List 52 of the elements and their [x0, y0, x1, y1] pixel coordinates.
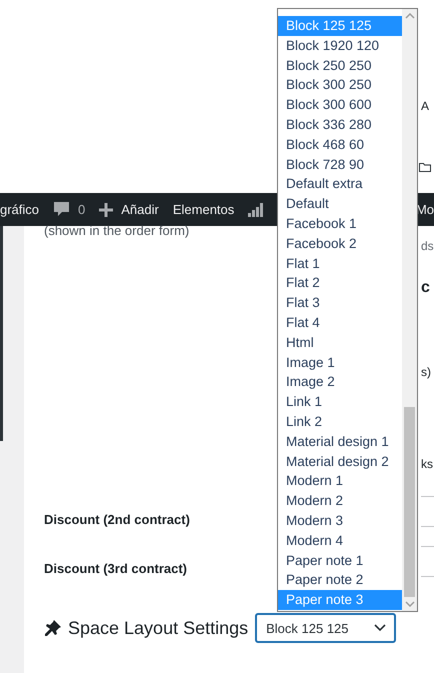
section-title: Space Layout Settings	[68, 618, 248, 638]
dropdown-option[interactable]: Facebook 1	[278, 214, 402, 234]
dropdown-option[interactable]: Default	[278, 194, 402, 214]
dropdown-option[interactable]: Block 250 250	[278, 56, 402, 76]
dropdown-option[interactable]: Material design 2	[278, 452, 402, 472]
field-label: Discount (3rd contract)	[44, 561, 188, 576]
scroll-down-icon[interactable]	[404, 601, 414, 607]
comment-count[interactable]: 0	[78, 202, 86, 217]
dropdown-option[interactable]: Block 336 280	[278, 114, 402, 135]
dropdown-option[interactable]: Image 1	[278, 352, 402, 372]
field-label: Discount (2nd contract)	[44, 512, 190, 527]
dropdown-option[interactable]: Flat 2	[278, 273, 402, 294]
pin-icon	[44, 619, 62, 637]
dropdown-option[interactable]: Link 2	[278, 412, 402, 432]
dropdown-option[interactable]: Material design 1	[278, 432, 402, 452]
dropdown-option[interactable]: Modern 1	[278, 471, 402, 492]
dropdown-option[interactable]: Block 728 90	[278, 154, 402, 174]
scroll-up-icon[interactable]	[404, 13, 414, 19]
dropdown-option[interactable]: Block 468 60	[278, 134, 402, 155]
scrollbar[interactable]	[402, 9, 417, 611]
plus-icon[interactable]	[99, 202, 114, 216]
dropdown-option[interactable]: Flat 4	[278, 312, 402, 333]
label-fragment: ks	[421, 456, 433, 472]
comment-icon[interactable]	[53, 201, 70, 218]
label-fragment: ds	[421, 238, 434, 254]
dropdown-option[interactable]: Paper note 2	[278, 570, 402, 590]
dropdown-option[interactable]: Facebook 2	[278, 234, 402, 254]
dropdown-option[interactable]: Flat 1	[278, 254, 402, 274]
menu-item[interactable]: Elementos	[172, 202, 234, 217]
dropdown-option[interactable]: Modern 2	[278, 491, 402, 511]
layout-select[interactable]: Block 125 125	[255, 613, 396, 643]
dropdown-option[interactable]: Modern 4	[278, 530, 402, 551]
dropdown-option[interactable]: Paper note 1	[278, 550, 402, 570]
dropdown-option[interactable]: Link 1	[278, 392, 402, 412]
label-fragment: c	[421, 278, 430, 298]
chart-icon[interactable]	[248, 202, 264, 216]
dropdown-option[interactable]: Modern 3	[278, 510, 402, 531]
dropdown-option[interactable]: Flat 3	[278, 293, 402, 313]
dropdown-option[interactable]: Html	[278, 332, 402, 353]
label-fragment: s)	[421, 364, 431, 380]
label-fragment: A	[421, 98, 430, 114]
dropdown-option[interactable]: Block 1920 120	[278, 36, 402, 56]
dropdown-option[interactable]: Block 300 250	[278, 75, 402, 96]
chevron-icon	[374, 624, 386, 632]
folder-icon	[419, 162, 431, 172]
menu-item[interactable]: Añadir	[121, 202, 159, 217]
scrollbar-thumb[interactable]	[404, 407, 415, 597]
help-text: (shown in the order form)	[44, 223, 190, 238]
menu-item[interactable]: gráfico	[0, 202, 40, 217]
dropdown-option[interactable]: Block 300 600	[278, 95, 402, 115]
dropdown-option[interactable]: Image 2	[278, 372, 402, 392]
dropdown-option[interactable]: Default extra	[278, 174, 402, 194]
